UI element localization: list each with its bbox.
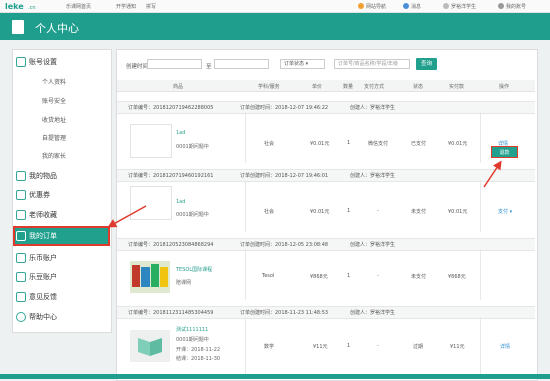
footer-bar [0,374,550,379]
annotation-arrows [107,160,502,228]
